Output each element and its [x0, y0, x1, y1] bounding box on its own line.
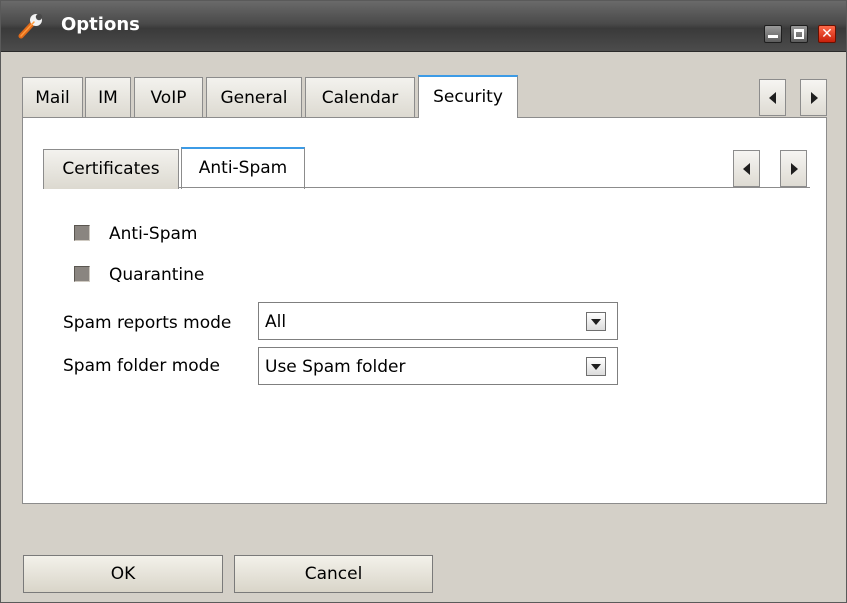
spam-reports-mode-label: Spam reports mode	[63, 313, 232, 333]
inner-tabs-scroll-right-button[interactable]	[780, 150, 807, 187]
spam-folder-mode-select[interactable]: Use Spam folder	[258, 347, 618, 385]
close-icon: ✕	[821, 26, 833, 42]
arrow-right-icon	[811, 92, 818, 104]
close-button[interactable]: ✕	[818, 25, 836, 43]
spam-folder-mode-value: Use Spam folder	[265, 357, 406, 377]
dropdown-button[interactable]	[586, 357, 606, 376]
dropdown-button[interactable]	[586, 312, 606, 331]
window-title: Options	[61, 14, 140, 35]
tab-mail[interactable]: Mail	[22, 77, 83, 118]
minimize-button[interactable]	[764, 25, 782, 43]
tabs-scroll-left-button[interactable]	[759, 79, 786, 116]
tab-im[interactable]: IM	[85, 77, 131, 118]
arrow-left-icon	[769, 92, 776, 104]
spam-reports-mode-value: All	[265, 312, 287, 332]
tabs-scroll-right-button[interactable]	[800, 79, 827, 116]
anti-spam-checkbox[interactable]	[74, 225, 90, 241]
wrench-icon	[15, 11, 45, 41]
anti-spam-label: Anti-Spam	[109, 224, 198, 244]
tab-security[interactable]: Security	[418, 75, 518, 118]
minimize-icon	[768, 35, 778, 38]
tab-voip[interactable]: VoIP	[134, 77, 203, 118]
tab-general[interactable]: General	[206, 77, 302, 118]
inner-tabs-scroll-left-button[interactable]	[733, 150, 760, 187]
spam-reports-mode-select[interactable]: All	[258, 302, 618, 340]
maximize-icon	[794, 29, 804, 39]
title-bar[interactable]: Options ✕	[1, 1, 846, 52]
ok-button[interactable]: OK	[23, 555, 223, 593]
quarantine-label: Quarantine	[109, 265, 205, 285]
chevron-down-icon	[591, 319, 601, 325]
tab-certificates[interactable]: Certificates	[43, 149, 179, 189]
tab-calendar[interactable]: Calendar	[305, 77, 415, 118]
arrow-right-icon	[791, 163, 798, 175]
options-dialog: Options ✕ Mail IM VoIP General Calendar …	[0, 0, 847, 603]
spam-folder-mode-label: Spam folder mode	[63, 356, 220, 376]
cancel-button[interactable]: Cancel	[234, 555, 433, 593]
maximize-button[interactable]	[790, 25, 808, 43]
chevron-down-icon	[591, 364, 601, 370]
tab-anti-spam[interactable]: Anti-Spam	[181, 147, 305, 189]
quarantine-checkbox[interactable]	[74, 266, 90, 282]
arrow-left-icon	[743, 163, 750, 175]
